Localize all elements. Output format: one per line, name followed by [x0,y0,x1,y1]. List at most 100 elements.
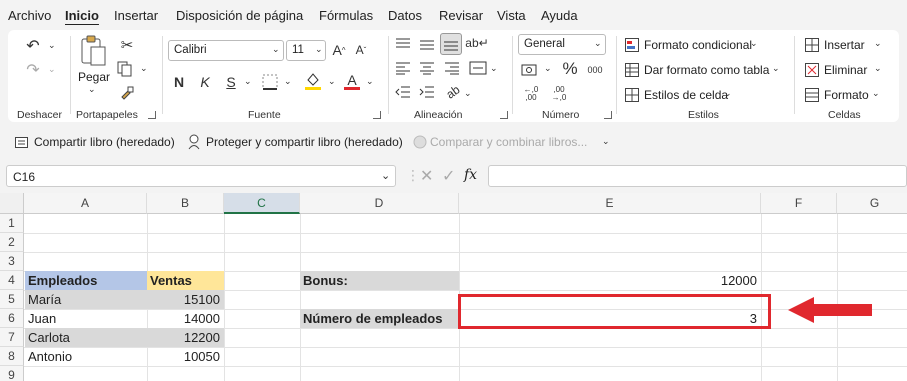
name-box-dropdown-icon[interactable]: ⌄ [381,169,390,182]
qab-customize-icon[interactable]: ⌄ [602,136,610,147]
underline-dropdown-icon[interactable]: ⌄ [244,76,252,87]
accounting-dropdown-icon[interactable]: ⌄ [544,63,552,74]
copy-icon[interactable] [116,60,134,78]
undo-icon[interactable]: ↶ [22,36,44,56]
paste-icon[interactable] [78,34,108,68]
menu-disposicion[interactable]: Disposición de página [176,8,303,23]
font-launcher-icon[interactable] [373,111,381,119]
row-header-1[interactable]: 1 [0,214,24,233]
align-bottom-icon[interactable] [440,33,462,55]
fill-color-dropdown-icon[interactable]: ⌄ [328,76,336,87]
paste-dropdown-icon[interactable]: ⌄ [88,84,96,95]
alignment-launcher-icon[interactable] [500,111,508,119]
paste-label[interactable]: Pegar [78,70,110,84]
compare-merge-button[interactable]: Comparar y combinar libros... [430,135,587,149]
grow-font-icon[interactable]: A ^ [330,40,348,60]
enter-icon[interactable]: ✓ [442,166,455,186]
wrap-text-icon[interactable]: ab↵ [465,34,488,52]
borders-icon[interactable] [260,72,280,92]
comma-style-button[interactable]: 000 [584,62,606,78]
increase-indent-icon[interactable] [418,84,436,100]
fill-color-icon[interactable] [303,70,323,92]
align-middle-icon[interactable] [418,36,436,52]
number-format-dropdown-icon[interactable]: ⌄ [594,38,602,49]
align-top-icon[interactable] [394,36,412,52]
menu-revisar[interactable]: Revisar [439,8,483,23]
merge-center-icon[interactable] [468,60,488,76]
protect-share-icon[interactable] [186,133,202,151]
format-cells-dropdown-icon[interactable]: ⌄ [872,88,880,99]
row-header-3[interactable]: 3 [0,252,24,271]
copy-dropdown-icon[interactable]: ⌄ [140,63,148,74]
insert-cells-button[interactable]: Insertar [824,38,865,52]
spreadsheet-grid[interactable]: A B C D E F G 1 2 3 4 5 6 7 8 9 Empleado… [0,193,907,381]
underline-button[interactable]: S [222,72,240,92]
name-box[interactable]: C16 [6,165,396,187]
compare-merge-icon[interactable] [412,134,428,150]
row-header-6[interactable]: 6 [0,309,24,328]
column-header-f[interactable]: F [761,193,837,214]
insert-cells-dropdown-icon[interactable]: ⌄ [874,38,882,49]
cell-b4[interactable]: Ventas [147,271,224,290]
column-header-b[interactable]: B [147,193,224,214]
decrease-decimal-icon[interactable]: ,00 →,0 [548,84,570,104]
orientation-icon[interactable]: ab [440,79,465,104]
cut-icon[interactable]: ✂ [118,36,136,54]
cell-styles-dropdown-icon[interactable]: ⌄ [724,88,732,99]
font-color-icon[interactable]: A [342,70,362,92]
cell-b5[interactable]: 15100 [147,290,224,309]
row-header-2[interactable]: 2 [0,233,24,252]
italic-button[interactable]: K [196,72,214,92]
formula-input[interactable] [488,165,907,187]
row-header-8[interactable]: 8 [0,347,24,366]
borders-dropdown-icon[interactable]: ⌄ [284,76,292,87]
conditional-format-icon[interactable] [624,37,640,53]
cell-styles-icon[interactable] [624,87,640,103]
cell-b7[interactable]: 12200 [147,328,224,347]
row-header-4[interactable]: 4 [0,271,24,290]
row-header-5[interactable]: 5 [0,290,24,309]
delete-cells-dropdown-icon[interactable]: ⌄ [874,63,882,74]
conditional-format-button[interactable]: Formato condicional [644,38,752,52]
column-header-a[interactable]: A [24,193,147,214]
cell-a8[interactable]: Antonio [25,347,147,366]
share-workbook-button[interactable]: Compartir libro (heredado) [34,135,175,149]
align-right-icon[interactable] [443,60,461,76]
cell-a6[interactable]: Juan [25,309,147,328]
menu-inicio[interactable]: Inicio [65,8,99,23]
format-painter-icon[interactable] [118,84,136,102]
format-as-table-dropdown-icon[interactable]: ⌄ [772,63,780,74]
menu-archivo[interactable]: Archivo [8,8,51,23]
column-header-e[interactable]: E [459,193,761,214]
protect-share-button[interactable]: Proteger y compartir libro (heredado) [206,135,403,149]
insert-cells-icon[interactable] [804,37,820,53]
insert-function-icon[interactable]: fx [464,167,477,183]
cell-e4[interactable]: 12000 [459,271,761,290]
menu-insertar[interactable]: Insertar [114,8,158,23]
format-cells-icon[interactable] [804,87,820,103]
redo-dropdown-icon[interactable]: ⌄ [48,64,56,75]
bold-button[interactable]: N [170,72,188,92]
font-size-dropdown-icon[interactable]: ⌄ [315,44,323,55]
accounting-format-icon[interactable] [520,60,542,80]
cell-d4[interactable]: Bonus: [300,271,459,290]
align-center-icon[interactable] [418,60,436,76]
cell-d6[interactable]: Número de empleados [300,309,459,328]
conditional-format-dropdown-icon[interactable]: ⌄ [750,38,758,49]
menu-formulas[interactable]: Fórmulas [319,8,373,23]
font-name-select[interactable]: Calibri [168,40,284,61]
decrease-indent-icon[interactable] [394,84,412,100]
column-header-d[interactable]: D [300,193,459,214]
cell-a5[interactable]: María [25,290,147,309]
delete-cells-icon[interactable] [804,62,820,78]
number-format-select[interactable]: General [518,34,606,55]
percent-button[interactable]: % [560,58,580,80]
shrink-font-icon[interactable]: Aˇ [352,40,370,60]
increase-decimal-icon[interactable]: ←,0,00 [520,84,542,104]
undo-dropdown-icon[interactable]: ⌄ [48,40,56,51]
merge-dropdown-icon[interactable]: ⌄ [490,63,498,74]
align-left-icon[interactable] [394,60,412,76]
redo-icon[interactable]: ↷ [22,60,44,80]
cell-a7[interactable]: Carlota [25,328,147,347]
cell-styles-button[interactable]: Estilos de celda [644,88,728,102]
